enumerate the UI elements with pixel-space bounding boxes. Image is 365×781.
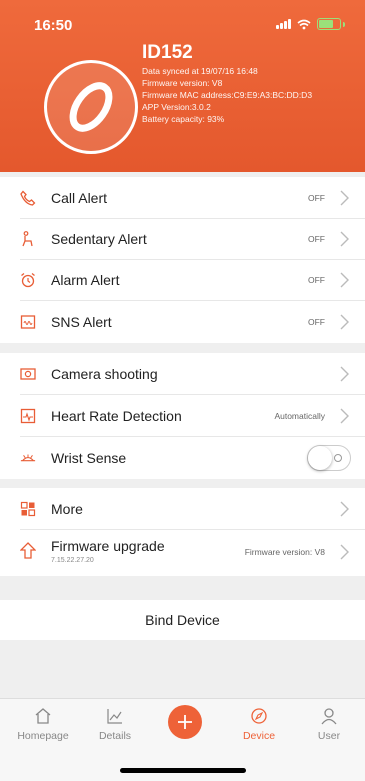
chevron-right-icon <box>340 314 349 330</box>
sedentary-alert-label: Sedentary Alert <box>51 231 147 247</box>
alarm-alert-label: Alarm Alert <box>51 272 120 288</box>
sedentary-alert-value: OFF <box>308 234 325 244</box>
tab-device-label: Device <box>242 730 276 742</box>
chevron-right-icon <box>340 366 349 382</box>
firmware-build-number: 7.15.22.27.20 <box>51 557 94 564</box>
tab-user-label: User <box>317 730 341 742</box>
misc-section: More Firmware upgrade 7.15.22.27.20 Firm… <box>0 488 365 576</box>
home-icon <box>35 708 51 724</box>
tab-device[interactable]: Device <box>224 707 294 742</box>
chevron-right-icon <box>340 231 349 247</box>
alarm-alert-value: OFF <box>308 275 325 285</box>
user-icon <box>321 708 337 725</box>
status-icons <box>276 18 345 30</box>
tab-homepage[interactable]: Homepage <box>8 707 78 742</box>
wrist-sense-label: Wrist Sense <box>51 450 127 466</box>
phone-icon <box>20 190 36 206</box>
wrist-sense-row: Wrist Sense <box>0 437 365 479</box>
band-icon <box>69 82 113 132</box>
app-version-info: APP Version:3.0.2 <box>142 102 211 112</box>
wifi-icon <box>297 19 311 29</box>
heart-rate-value: Automatically <box>274 411 325 421</box>
bind-device-button[interactable]: Bind Device <box>0 600 365 640</box>
call-alert-value: OFF <box>308 193 325 203</box>
call-alert-row[interactable]: Call Alert OFF <box>0 177 365 219</box>
wrist-icon <box>20 450 36 466</box>
tab-user[interactable]: User <box>294 707 364 742</box>
sns-icon <box>20 314 36 330</box>
chevron-right-icon <box>340 408 349 424</box>
sns-alert-label: SNS Alert <box>51 314 112 330</box>
call-alert-label: Call Alert <box>51 190 108 206</box>
chevron-right-icon <box>340 272 349 288</box>
alarm-clock-icon <box>20 272 36 288</box>
camera-icon <box>20 366 36 382</box>
sedentary-alert-row[interactable]: Sedentary Alert OFF <box>0 218 365 260</box>
camera-shooting-label: Camera shooting <box>51 366 158 382</box>
firmware-upgrade-label: Firmware upgrade <box>51 538 165 554</box>
tab-details-label: Details <box>98 730 132 742</box>
home-indicator <box>120 768 246 773</box>
wrist-sense-toggle[interactable] <box>307 445 351 471</box>
more-row[interactable]: More <box>0 488 365 530</box>
heart-rate-row[interactable]: Heart Rate Detection Automatically <box>0 395 365 437</box>
chevron-right-icon <box>340 190 349 206</box>
more-grid-icon <box>20 501 36 517</box>
add-button[interactable] <box>168 705 202 739</box>
signal-icon <box>276 19 291 29</box>
chart-icon <box>107 709 122 724</box>
firmware-upgrade-row[interactable]: Firmware upgrade 7.15.22.27.20 Firmware … <box>0 530 365 574</box>
tab-details[interactable]: Details <box>80 707 150 742</box>
status-time: 16:50 <box>34 17 73 34</box>
features-section: Camera shooting Heart Rate Detection Aut… <box>0 353 365 479</box>
sedentary-icon <box>20 231 36 247</box>
battery-info: Battery capacity: 93% <box>142 114 225 124</box>
heart-rate-icon <box>20 408 36 424</box>
alerts-section: Call Alert OFF Sedentary Alert OFF Alarm… <box>0 177 365 343</box>
camera-shooting-row[interactable]: Camera shooting <box>0 353 365 395</box>
device-name: ID152 <box>142 42 193 63</box>
battery-icon <box>317 18 341 30</box>
device-header: 16:50 ID152 Data synced at 19/07/16 16:4… <box>0 0 365 172</box>
chevron-right-icon <box>340 544 349 560</box>
alarm-alert-row[interactable]: Alarm Alert OFF <box>0 259 365 301</box>
sns-alert-row[interactable]: SNS Alert OFF <box>0 301 365 343</box>
upgrade-arrow-icon <box>20 542 36 559</box>
more-label: More <box>51 501 83 517</box>
sync-info: Data synced at 19/07/16 16:48 <box>142 66 258 76</box>
heart-rate-label: Heart Rate Detection <box>51 408 182 424</box>
mac-address-info: Firmware MAC address:C9:E9:A3:BC:DD:D3 <box>142 90 313 100</box>
chevron-right-icon <box>340 501 349 517</box>
tab-homepage-label: Homepage <box>17 730 69 742</box>
plus-icon <box>178 715 192 729</box>
compass-icon <box>251 708 267 724</box>
firmware-version-info: Firmware version: V8 <box>142 78 223 88</box>
sns-alert-value: OFF <box>308 317 325 327</box>
firmware-version-value: Firmware version: V8 <box>244 547 325 557</box>
device-logo <box>44 60 138 154</box>
